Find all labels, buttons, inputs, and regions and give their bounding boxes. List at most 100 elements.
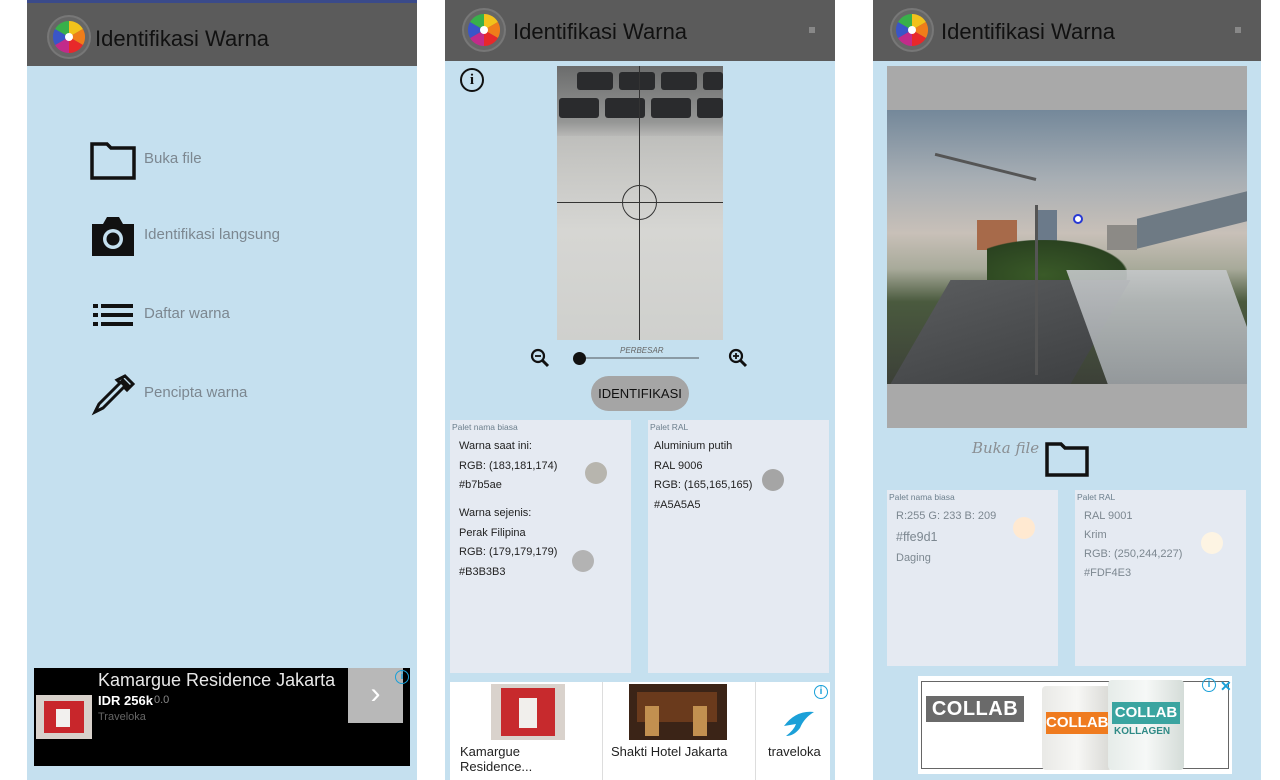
app-bar: Identifikasi Warna	[445, 0, 835, 61]
list-icon	[89, 293, 137, 337]
panel-header: Palet RAL	[650, 422, 689, 432]
ad-can-sublabel: KOLLAGEN	[1114, 726, 1171, 737]
menu-item-label: Daftar warna	[144, 305, 230, 322]
zoom-out-icon[interactable]	[530, 348, 550, 368]
palette-common-panel: Palet nama biasa Warna saat ini: RGB: (1…	[450, 420, 631, 673]
ad-card-image	[491, 684, 565, 740]
ad-thumbnail	[36, 695, 92, 739]
menu-item-label: Pencipta warna	[144, 384, 248, 401]
ad-info-icon[interactable]: i	[395, 670, 409, 684]
ral-rgb: RGB: (250,244,227)	[1084, 548, 1183, 560]
color-swatch	[1013, 517, 1035, 539]
keyboard-image	[557, 66, 723, 136]
ad-can-label: COLLAB	[1046, 712, 1109, 734]
ral-code: RAL 9001	[1084, 510, 1133, 522]
ad-card-text: Kamargue Residence...	[460, 744, 533, 774]
ad-banner[interactable]: COLLAB COLLAB COLLAB KOLLAGEN i ✕	[918, 676, 1232, 774]
open-file-label[interactable]: Buka file	[972, 439, 1039, 457]
panel-header: Palet nama biasa	[452, 422, 518, 432]
identify-button[interactable]: IDENTIFIKASI	[591, 376, 689, 411]
ad-rating: 0.0	[154, 694, 170, 706]
ad-card-text: traveloka	[768, 744, 821, 759]
app-bar: Identifikasi Warna	[873, 0, 1261, 61]
ad-banner[interactable]: Kamargue Residence Jakarta IDR 256k 0.0 …	[34, 668, 410, 766]
screen-live-identify: Identifikasi Warna i PERBESAR IDENTIFIKA…	[445, 0, 835, 780]
color-rgb: R:255 G: 233 B: 209	[896, 510, 997, 522]
panel-header: Palet nama biasa	[889, 492, 955, 502]
ad-title: Kamargue Residence Jakarta	[98, 670, 336, 690]
color-wheel-logo-icon	[890, 8, 934, 52]
color-wheel-logo-icon	[47, 15, 91, 59]
palette-ral-panel: Palet RAL RAL 9001 Krim RGB: (250,244,22…	[1075, 490, 1246, 666]
crosshair-circle	[622, 185, 657, 220]
ral-name: Krim	[1084, 529, 1107, 541]
camera-preview[interactable]	[557, 66, 723, 340]
ad-card-text: Shakti Hotel Jakarta	[611, 744, 728, 759]
ad-brand-logo: COLLAB	[926, 696, 1024, 722]
loaded-photo[interactable]	[887, 110, 1247, 384]
ad-product-can: COLLAB KOLLAGEN	[1108, 680, 1184, 770]
menu-item-open-file[interactable]: Buka file	[89, 138, 389, 182]
ral-swatch	[1201, 532, 1223, 554]
ral-rgb: RGB: (165,165,165)	[654, 479, 753, 491]
similar-color-rgb: RGB: (179,179,179)	[459, 546, 558, 558]
panel-header: Palet RAL	[1077, 492, 1116, 502]
screen-main-menu: Identifikasi Warna Buka file Identifikas…	[27, 0, 417, 780]
similar-color-swatch	[572, 550, 594, 572]
zoom-in-icon[interactable]	[728, 348, 748, 368]
folder-icon	[89, 138, 137, 182]
roof	[1137, 191, 1247, 249]
ad-card-image	[629, 684, 727, 740]
similar-color-label: Warna sejenis:	[459, 507, 532, 519]
street-light-arm	[934, 152, 1037, 181]
overflow-menu-icon[interactable]	[1235, 27, 1241, 33]
ad-close-icon[interactable]: ✕	[1220, 678, 1232, 695]
zoom-slider-thumb[interactable]	[573, 352, 586, 365]
zoom-slider-track[interactable]	[579, 357, 699, 359]
similar-color-hex: #B3B3B3	[459, 566, 506, 578]
current-color-swatch	[585, 462, 607, 484]
menu-item-color-list[interactable]: Daftar warna	[89, 293, 389, 337]
palette-common-panel: Palet nama biasa R:255 G: 233 B: 209 #ff…	[887, 490, 1058, 666]
ad-carousel[interactable]: Kamargue Residence... Shakti Hotel Jakar…	[450, 682, 830, 780]
menu-item-live-identify[interactable]: Identifikasi langsung	[89, 214, 389, 258]
folder-icon[interactable]	[1044, 440, 1090, 478]
ral-name: Aluminium putih	[654, 440, 733, 452]
ral-code: RAL 9006	[654, 460, 703, 472]
eyedropper-icon	[89, 372, 137, 416]
overflow-menu-icon[interactable]	[809, 27, 815, 33]
color-name: Daging	[896, 552, 931, 564]
ad-can-label: COLLAB	[1112, 702, 1180, 724]
ral-swatch	[762, 469, 784, 491]
ral-hex: #FDF4E3	[1084, 567, 1132, 579]
current-color-rgb: RGB: (183,181,174)	[459, 460, 558, 472]
ad-card[interactable]: Kamargue Residence...	[450, 682, 603, 780]
ad-product-can: COLLAB	[1042, 686, 1112, 770]
current-color-label: Warna saat ini:	[459, 440, 532, 452]
zoom-label: PERBESAR	[620, 346, 664, 355]
similar-color-name: Perak Filipina	[459, 527, 526, 539]
screen-open-file: Identifikasi Warna Buka file Palet nama …	[873, 0, 1261, 780]
street-light-pole	[1035, 205, 1038, 375]
ad-info-icon[interactable]: i	[1202, 678, 1216, 692]
menu-item-label: Buka file	[144, 150, 202, 167]
camera-icon	[89, 214, 137, 258]
traveloka-bird-icon	[782, 706, 816, 740]
current-color-hex: #b7b5ae	[459, 479, 502, 491]
ad-price: IDR 256k	[98, 693, 153, 708]
ad-card[interactable]: Shakti Hotel Jakarta	[603, 682, 756, 780]
app-title: Identifikasi Warna	[941, 19, 1116, 44]
menu-item-color-creator[interactable]: Pencipta warna	[89, 372, 389, 416]
app-title: Identifikasi Warna	[95, 26, 270, 51]
color-hex: #ffe9d1	[896, 530, 938, 544]
ad-info-icon[interactable]: i	[814, 685, 828, 699]
pedestrian-bridge	[1066, 270, 1247, 384]
info-icon[interactable]: i	[460, 68, 484, 92]
ad-brand: Traveloka	[98, 711, 146, 723]
color-picker-marker[interactable]	[1073, 214, 1083, 224]
palette-ral-panel: Palet RAL Aluminium putih RAL 9006 RGB: …	[648, 420, 829, 673]
app-title: Identifikasi Warna	[513, 19, 688, 44]
menu-item-label: Identifikasi langsung	[144, 226, 280, 243]
color-wheel-logo-icon	[462, 8, 506, 52]
app-bar: Identifikasi Warna	[27, 0, 417, 66]
